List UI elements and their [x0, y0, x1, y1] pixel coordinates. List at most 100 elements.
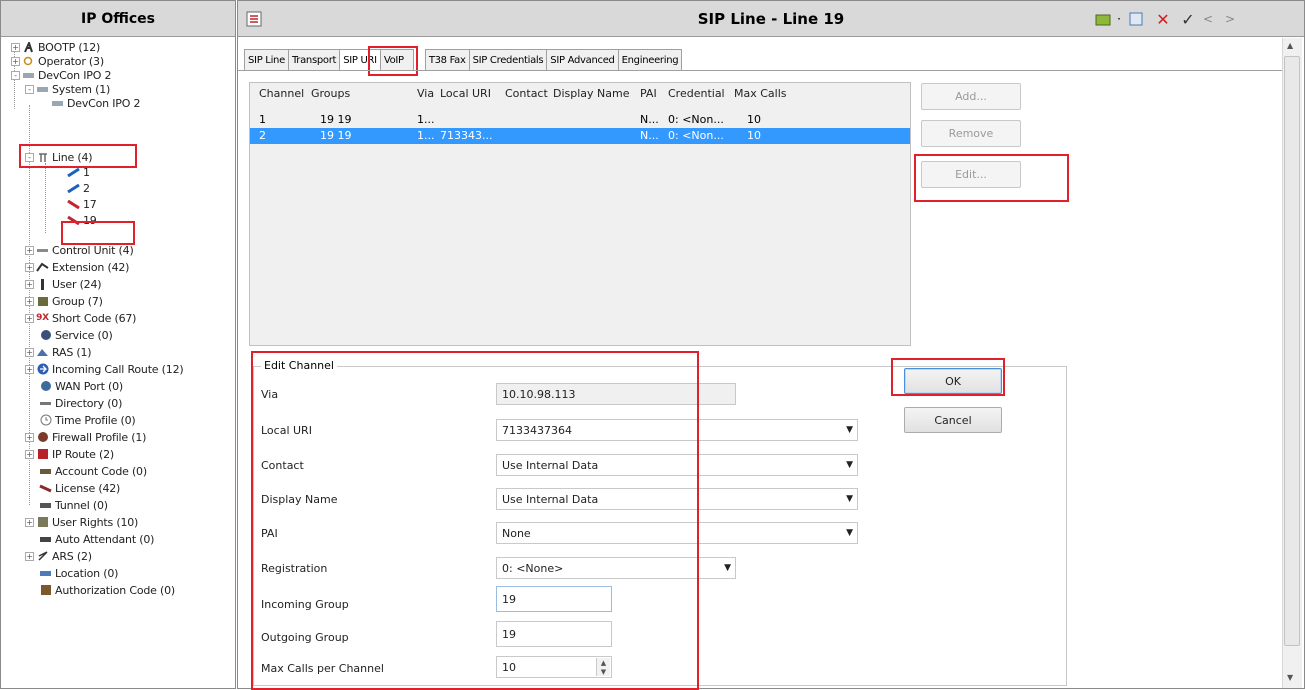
tree-item-wan-port[interactable]: WAN Port (0): [39, 379, 123, 393]
tree-item-ars[interactable]: + ARS (2): [25, 549, 92, 563]
title-bar: SIP Line - Line 19 · ✕ ✓ < >: [238, 1, 1304, 37]
ras-icon: [36, 347, 49, 358]
scroll-up-icon[interactable]: ▲: [1287, 41, 1293, 50]
tree-item-time-profile[interactable]: Time Profile (0): [39, 413, 136, 427]
previous-icon[interactable]: <: [1200, 9, 1216, 29]
cell-via: 1...: [417, 113, 435, 126]
save-icon[interactable]: [1126, 9, 1146, 29]
line-19-highlight-box: [61, 221, 135, 245]
edit-button-highlight-box: [914, 154, 1069, 202]
license-icon: [39, 483, 52, 494]
tree-item-operator[interactable]: + Operator (3): [11, 54, 104, 68]
tree-label: Auto Attendant (0): [55, 532, 155, 546]
extension-icon: [36, 262, 49, 273]
cell-channel: 1: [259, 113, 266, 126]
ip-route-icon: [36, 449, 49, 460]
tab-sip-line[interactable]: SIP Line: [244, 49, 289, 71]
tree-item-incoming-call-route[interactable]: + Incoming Call Route (12): [25, 362, 184, 376]
tab-t38-fax[interactable]: T38 Fax: [424, 49, 470, 71]
column-header: Via: [417, 87, 435, 100]
tree-item-line-17[interactable]: 17: [67, 197, 97, 211]
tree-item-devcon-ipo[interactable]: - DevCon IPO 2: [11, 68, 111, 82]
tree-item-tunnel[interactable]: Tunnel (0): [39, 498, 108, 512]
tree-item-auto-attendant[interactable]: Auto Attendant (0): [39, 532, 154, 546]
column-header: Channel: [259, 87, 305, 100]
expand-icon[interactable]: +: [11, 42, 20, 52]
collapse-icon[interactable]: -: [11, 70, 20, 80]
tree-item-license[interactable]: License (42): [39, 481, 120, 495]
expand-icon[interactable]: +: [11, 56, 20, 66]
cancel-button[interactable]: Cancel: [904, 407, 1002, 433]
tree-item-bootp[interactable]: + BOOTP (12): [11, 40, 100, 54]
tree-item-service[interactable]: Service (0): [39, 328, 113, 342]
cell-pai: N...: [640, 129, 659, 142]
expand-icon[interactable]: +: [25, 262, 34, 272]
tree-label: Incoming Call Route (12): [52, 362, 184, 376]
channel-table[interactable]: Channel Groups Via Local URI Contact Dis…: [249, 82, 911, 346]
operator-icon: [22, 56, 35, 67]
tree-item-system[interactable]: - System (1): [25, 82, 110, 96]
collapse-icon[interactable]: -: [25, 84, 34, 94]
tab-sip-credentials[interactable]: SIP Credentials: [468, 49, 548, 71]
expand-icon[interactable]: +: [25, 432, 34, 442]
user-icon: [36, 278, 49, 290]
expand-icon[interactable]: +: [25, 551, 34, 561]
column-header: Credential: [668, 87, 725, 100]
line-red-icon: [67, 199, 80, 210]
tree-item-ras[interactable]: + RAS (1): [25, 345, 92, 359]
expand-icon[interactable]: +: [25, 364, 34, 374]
expand-icon[interactable]: +: [25, 245, 34, 255]
menu-icon[interactable]: [246, 11, 262, 27]
tree-line: [45, 163, 46, 233]
group-icon: [36, 296, 49, 307]
tab-sip-advanced[interactable]: SIP Advanced: [546, 49, 619, 71]
directory-icon: [39, 398, 52, 409]
tree-label: WAN Port (0): [55, 379, 124, 393]
tree-item-group[interactable]: + Group (7): [25, 294, 103, 308]
tunnel-icon: [39, 500, 52, 511]
tree-label: IP Route (2): [52, 447, 114, 461]
remove-button[interactable]: Remove: [921, 120, 1021, 147]
tab-engineering[interactable]: Engineering: [617, 49, 683, 71]
tree-label: Service (0): [55, 328, 113, 342]
authorization-code-icon: [39, 585, 52, 596]
edit-channel-highlight-box: [251, 351, 699, 690]
tree-item-devcon-ipo-2[interactable]: DevCon IPO 2: [51, 96, 140, 110]
tree-item-extension[interactable]: + Extension (42): [25, 260, 129, 274]
tree-item-user-rights[interactable]: + User Rights (10): [25, 515, 138, 529]
table-row[interactable]: 1 19 19 1... N... 0: <Non... 10: [250, 112, 910, 128]
open-icon[interactable]: [1093, 9, 1113, 29]
tab-transport[interactable]: Transport: [287, 49, 341, 71]
tree-item-ip-route[interactable]: + IP Route (2): [25, 447, 114, 461]
scrollbar-thumb[interactable]: [1284, 56, 1300, 646]
expand-icon[interactable]: +: [25, 517, 34, 527]
table-row-selected[interactable]: 2 19 19 1... 713343... N... 0: <Non... 1…: [250, 128, 910, 144]
next-icon[interactable]: >: [1222, 9, 1238, 29]
tree-label: Tunnel (0): [55, 498, 108, 512]
tree-item-control-unit[interactable]: + Control Unit (4): [25, 243, 134, 257]
tree-item-location[interactable]: Location (0): [39, 566, 118, 580]
expand-icon[interactable]: +: [25, 279, 34, 289]
expand-icon[interactable]: +: [25, 313, 34, 323]
tree-item-account-code[interactable]: Account Code (0): [39, 464, 147, 478]
tree-item-short-code[interactable]: +9X Short Code (67): [25, 311, 136, 325]
ip-offices-title: IP Offices: [1, 1, 235, 37]
tree-item-line-2[interactable]: 2: [67, 181, 90, 195]
tree-item-firewall-profile[interactable]: + Firewall Profile (1): [25, 430, 146, 444]
wan-port-icon: [39, 381, 52, 392]
scroll-down-icon[interactable]: ▼: [1287, 673, 1293, 682]
cell-credential: 0: <Non...: [668, 113, 724, 126]
cell-credential: 0: <Non...: [668, 129, 724, 142]
check-icon[interactable]: ✓: [1178, 9, 1198, 29]
expand-icon[interactable]: +: [25, 449, 34, 459]
time-profile-icon: [39, 414, 52, 426]
expand-icon[interactable]: +: [25, 347, 34, 357]
dropdown-icon[interactable]: ·: [1114, 9, 1124, 29]
expand-icon[interactable]: +: [25, 296, 34, 306]
tree-item-directory[interactable]: Directory (0): [39, 396, 122, 410]
tree-item-user[interactable]: + User (24): [25, 277, 102, 291]
tree-label: Authorization Code (0): [55, 583, 176, 597]
add-button[interactable]: Add...: [921, 83, 1021, 110]
tree-item-authorization-code[interactable]: Authorization Code (0): [39, 583, 175, 597]
delete-icon[interactable]: ✕: [1153, 9, 1173, 29]
